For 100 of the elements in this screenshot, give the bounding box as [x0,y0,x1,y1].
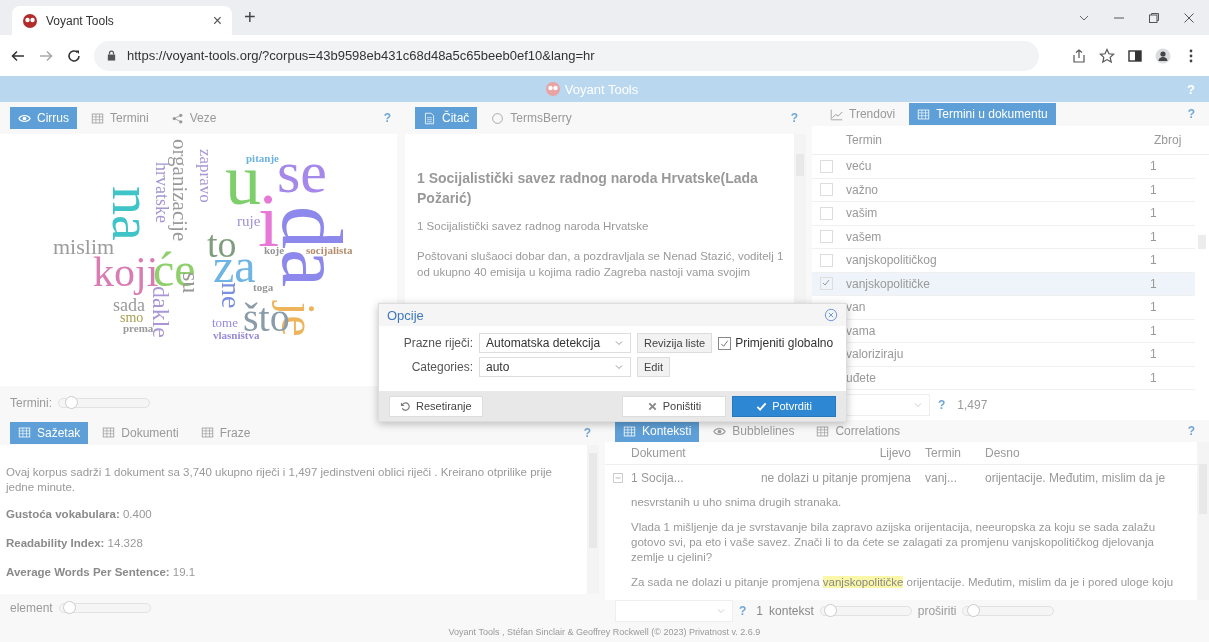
panel-tab[interactable]: Trendovi [822,103,904,125]
collapse-icon[interactable] [613,473,623,483]
dropdown[interactable]: auto [479,357,631,377]
table-icon [18,426,31,440]
table-cell-text: važno [845,182,880,197]
table-cell-text: 1 Socija... [631,471,685,485]
document-heading: 1 Socijalistički savez radnog naroda Hrvatske(Lada Požarić) [417,169,759,208]
circle-icon [491,111,505,125]
summary-statistic: Readability Index: 14.328 [6,536,144,552]
slider-thumb[interactable] [65,396,79,409]
dropdown[interactable]: Automatska detekcija [479,333,631,353]
share-icon [170,111,184,125]
checkmark-icon [756,400,768,412]
panel-tab[interactable]: Cirrus [10,107,77,129]
panel-tab[interactable]: Bubblelines [705,420,803,442]
table-cell-text: 1 [1150,229,1158,244]
table-cell-text: valoriziraju [845,347,905,362]
table-cell-text: 1 [1150,347,1158,362]
context-slider[interactable] [819,606,912,616]
dialog-button[interactable]: Edit [637,357,670,377]
restore-icon[interactable] [1148,12,1160,24]
help-button[interactable]: ? [790,111,802,125]
column-header[interactable]: Termin [911,446,981,460]
reset-button[interactable]: Resetiranje [389,395,483,417]
chevron-down-icon [614,362,624,372]
panel-tab[interactable]: Termini u dokumentu [909,103,1056,125]
share-icon[interactable] [1071,47,1087,64]
table-cell-text: vanjskopolitičke [845,276,932,291]
help-button[interactable]: ? [1187,107,1199,121]
help-button[interactable]: ? [938,398,950,412]
panel-tab[interactable]: Fraze [192,421,259,444]
address-bar[interactable]: https://voyant-tools.org/?corpus=43b9598eb431c68d48a5c65beeb0ef10&lang=hr [94,40,1039,71]
panel-tab[interactable]: Termini [83,107,157,129]
slider-thumb[interactable] [824,604,838,617]
dialog-button[interactable]: Revizija liste [637,333,713,353]
sidebar-icon[interactable] [1127,47,1143,64]
table-row[interactable]: vanjskopolitičke 1 [812,272,1195,296]
table-cell-text: 1 [1150,323,1158,338]
table-row[interactable]: vanjskopolitičkog 1 [812,249,1195,273]
checkbox[interactable] [819,277,833,291]
summary-statistic: Gustoća vokabulara: 0.400 [6,507,153,523]
expand-slider[interactable] [962,606,1055,616]
context-text: nesvrstanih u uho snima drugih stranaka. [631,495,843,510]
column-header[interactable]: Zbroj [1154,133,1209,147]
close-tab-button[interactable]: × [212,11,222,30]
help-button[interactable]: ? [583,425,595,440]
checkbox[interactable] [819,183,833,197]
help-button[interactable]: ? [739,604,751,618]
owl-logo-icon [22,12,38,29]
checkbox[interactable] [819,159,833,173]
minus-box-icon [613,473,623,483]
panel-tab[interactable]: TermsBerry [483,107,580,129]
document-subtitle: 1 Socijalistički savez radnog naroda Hrvatske [417,220,650,232]
table-cell-text: ne dolazi u pitanje promjena [759,471,911,485]
browser-tab[interactable]: Voyant Tools × [12,6,232,35]
checkbox[interactable] [819,230,833,244]
line-chart-icon [830,107,843,121]
panel-tab[interactable]: Čitač [415,107,478,129]
panel-tab[interactable]: Dokumenti [94,421,187,444]
column-header[interactable]: Desno [981,446,1197,460]
element-slider[interactable] [58,602,151,613]
table-row[interactable]: vašem 1 [812,225,1195,249]
context-text: Vlada 1 mišljenje da je svrstavanje bila zapravo azijska orijentacija, neeuropska za koju se sada zalažu gotovo svi, pa eto i vaše savez. Znači li to da ćete se zalagati za promjenu vanjskopolitičkog djelovanja zemlje u cjelini? [631,520,1157,565]
panel-tab[interactable]: Veze [162,107,225,129]
dialog-title: Opcije [387,307,424,323]
panel-tab[interactable]: Sažetak [10,421,89,444]
checkbox-box[interactable] [718,336,732,350]
new-tab-button[interactable]: + [244,6,256,29]
confirm-button[interactable]: Potvrditi [732,395,836,417]
slider-label: proširiti [917,604,957,618]
close-icon[interactable] [1183,12,1195,24]
profile-avatar-icon[interactable] [1155,47,1171,64]
slider-thumb[interactable] [63,600,77,614]
table-icon [917,107,931,121]
checkbox[interactable] [819,206,833,220]
slider-label: kontekst [769,604,814,618]
table-cell-text: vama [845,323,877,338]
checkbox[interactable] [819,253,833,267]
column-header[interactable]: Dokument [631,446,731,460]
context-count: 1 [756,604,764,618]
terms-slider[interactable] [58,398,150,408]
table-row[interactable]: vašim 1 [812,202,1195,226]
panel-tab[interactable]: Konteksti [615,420,700,442]
summary-text: Ovaj korpus sadrži 1 dokument sa 3,740 ukupno riječi i 1,497 jedinstveni oblici riječi . Kreirano otprilike prije jedne minute. [6,465,553,496]
table-row[interactable]: važno 1 [812,178,1195,202]
slider-thumb[interactable] [966,604,980,617]
chevron-down-icon [614,338,624,348]
summary-statistic: Average Words Per Sentence: 19.1 [6,565,197,581]
reload-icon[interactable] [66,47,82,64]
column-header[interactable]: Termin [840,133,1154,147]
star-icon[interactable] [1099,47,1115,64]
table-row[interactable]: veću 1 [812,155,1195,179]
panel-tab[interactable]: Correlations [808,420,909,442]
help-button[interactable]: ? [383,111,395,125]
field-label: Prazne riječi: [402,336,473,350]
help-button[interactable]: ? [1187,81,1209,97]
help-button[interactable]: ? [1187,424,1199,438]
column-header[interactable]: Lijevo [731,446,911,460]
cancel-button[interactable]: Poništiti [622,395,726,417]
table-cell-text: vanjskopolitičkog [845,253,938,268]
